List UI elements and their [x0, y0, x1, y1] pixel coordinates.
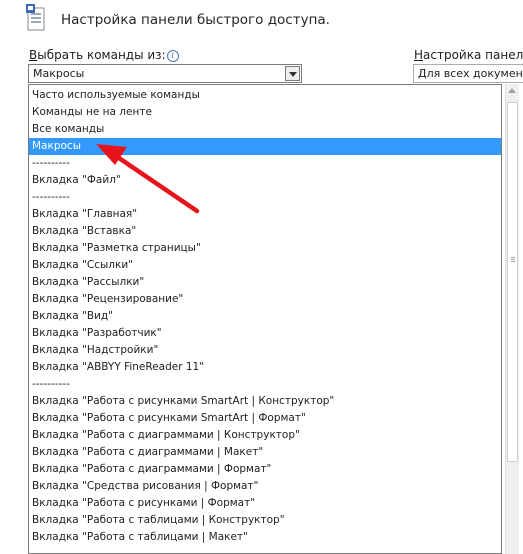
- scrollbar[interactable]: [505, 84, 519, 554]
- list-item[interactable]: Вкладка "Работа с диаграммами | Формат": [29, 461, 501, 478]
- list-item[interactable]: Вкладка "Надстройки": [29, 342, 501, 359]
- list-item[interactable]: Вкладка "Файл": [29, 172, 501, 189]
- choose-commands-accesskey: В: [29, 48, 38, 62]
- customize-qat-accesskey: Н: [414, 48, 424, 62]
- scrollbar-thumb[interactable]: [507, 102, 518, 462]
- list-item[interactable]: Вкладка "Работа с таблицами | Макет": [29, 529, 501, 546]
- list-separator: ----------: [32, 157, 70, 169]
- customize-qat-label-text: астройка панели б: [423, 48, 523, 62]
- list-item[interactable]: Вкладка "Работа с диаграммами | Конструк…: [29, 427, 501, 444]
- customize-qat-value: Для всех документо: [418, 67, 523, 80]
- list-item[interactable]: Вкладка "Разработчик": [29, 325, 501, 342]
- list-separator: ----------: [32, 378, 70, 390]
- chevron-down-icon[interactable]: [285, 66, 300, 81]
- customize-qat-label: Настройка панели б: [414, 48, 523, 62]
- scrollbar-grip-line: [511, 261, 515, 262]
- info-icon[interactable]: i: [166, 50, 179, 62]
- list-item[interactable]: Вкладка "Разметка страницы": [29, 240, 501, 257]
- list-item[interactable]: Вкладка "Главная": [29, 206, 501, 223]
- list-item[interactable]: Вкладка "Ссылки": [29, 257, 501, 274]
- list-item[interactable]: Вкладка "Вид": [29, 308, 501, 325]
- choose-commands-value: Макросы: [33, 67, 85, 80]
- scrollbar-grip-line: [511, 257, 515, 258]
- list-item[interactable]: Часто используемые команды: [29, 87, 501, 104]
- list-item[interactable]: Команды не на ленте: [29, 104, 501, 121]
- list-item[interactable]: Вкладка "Работа с таблицами | Конструкто…: [29, 512, 501, 529]
- commands-dropdown-list[interactable]: Часто используемые команды Команды не на …: [28, 84, 502, 554]
- scrollbar-grip-line: [511, 259, 515, 260]
- list-item[interactable]: Все команды: [29, 121, 501, 138]
- scroll-up-arrow-icon[interactable]: [508, 88, 516, 93]
- customize-qat-combobox[interactable]: Для всех документо: [413, 64, 523, 83]
- list-item[interactable]: Вкладка "Рецензирование": [29, 291, 501, 308]
- choose-commands-combobox[interactable]: Макросы: [28, 64, 302, 83]
- quick-access-toolbar-icon: [26, 4, 45, 31]
- list-item[interactable]: Вкладка "Работа с рисунками SmartArt | К…: [29, 393, 501, 410]
- list-item[interactable]: Вкладка "Средства рисования | Формат": [29, 478, 501, 495]
- list-item[interactable]: Вкладка "Работа с диаграммами | Макет": [29, 444, 501, 461]
- choose-commands-label-text: ыбрать команды из:: [37, 48, 166, 62]
- list-item[interactable]: Вкладка "ABBYY FineReader 11": [29, 359, 501, 376]
- list-item[interactable]: Макросы: [29, 138, 501, 155]
- list-item[interactable]: Вкладка "Рассылки": [29, 274, 501, 291]
- dialog-section-title: Настройка панели быстрого доступа.: [61, 12, 330, 28]
- choose-commands-label: Выбрать команды из: i: [29, 48, 179, 62]
- list-item[interactable]: Вкладка "Работа с рисунками SmartArt | Ф…: [29, 410, 501, 427]
- list-item[interactable]: Вкладка "Работа с рисунками | Формат": [29, 495, 501, 512]
- list-item[interactable]: Вкладка "Вставка": [29, 223, 501, 240]
- list-separator: ----------: [32, 191, 70, 203]
